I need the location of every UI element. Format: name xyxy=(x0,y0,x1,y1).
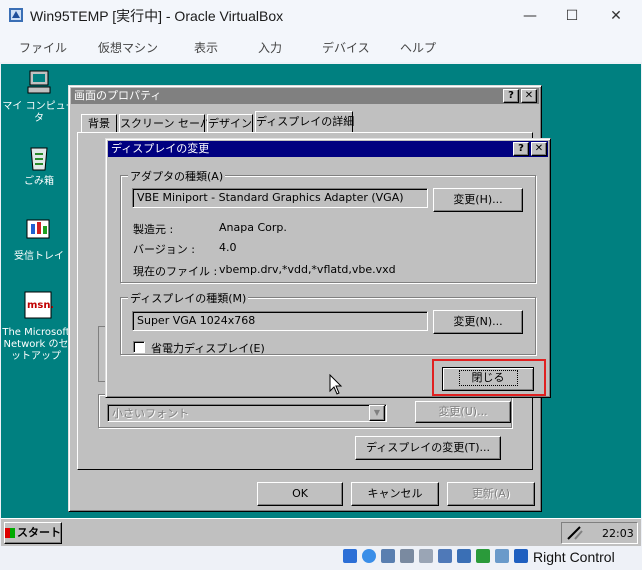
floppy-status-icon[interactable] xyxy=(381,549,395,563)
current-files-value: vbemp.drv,*vdd,*vflatd,vbe.vxd xyxy=(219,263,396,276)
version-label: バージョン : xyxy=(133,243,195,256)
mouse-cursor-icon xyxy=(329,374,343,395)
taskbar-clock[interactable]: 22:03 xyxy=(602,527,634,540)
power-saving-checkbox[interactable] xyxy=(133,341,145,353)
minimize-button[interactable]: — xyxy=(510,4,550,28)
power-saving-label[interactable]: 省電力ディスプレイ(E) xyxy=(151,340,265,356)
desktop-label-my-computer[interactable]: マイ コンピュータ xyxy=(1,101,77,125)
menu-machine[interactable]: 仮想マシン xyxy=(98,39,158,56)
current-files-label: 現在のファイル : xyxy=(133,265,218,278)
menu-view[interactable]: 表示 xyxy=(194,39,218,56)
host-key-label: Right Control xyxy=(533,549,615,565)
menu-file[interactable]: ファイル xyxy=(19,39,67,56)
font-size-dropdown-arrow[interactable]: ▼ xyxy=(369,405,385,421)
shared-folders-status-icon[interactable] xyxy=(457,549,471,563)
adapter-name-field: VBE Miniport - Standard Graphics Adapter… xyxy=(132,188,428,208)
msn-icon[interactable]: msn. xyxy=(23,290,54,320)
display-status-icon[interactable] xyxy=(476,549,490,563)
menu-help[interactable]: ヘルプ xyxy=(400,39,436,56)
adapter-change-button[interactable]: 変更(H)... xyxy=(433,188,523,212)
system-tray: 22:03 xyxy=(561,522,638,544)
desktop-label-msn[interactable]: The Microsoft Network のセットアップ xyxy=(1,327,71,363)
dialog-help-button[interactable]: ? xyxy=(513,142,529,156)
keyboard-capture-icon[interactable] xyxy=(514,549,528,563)
recycle-bin-icon[interactable] xyxy=(25,142,53,172)
tab-appearance[interactable]: デザイン xyxy=(207,114,253,132)
inbox-icon[interactable] xyxy=(23,214,53,242)
desktop-label-recycle-bin[interactable]: ごみ箱 xyxy=(1,176,77,188)
change-display-button[interactable]: ディスプレイの変更(T)... xyxy=(355,436,501,460)
props-help-button[interactable]: ? xyxy=(503,89,519,103)
cancel-button[interactable]: キャンセル xyxy=(351,482,439,506)
start-button-label: スタート xyxy=(17,526,61,539)
start-button[interactable]: スタート xyxy=(4,522,62,544)
audio-status-icon[interactable] xyxy=(400,549,414,563)
ok-button[interactable]: OK xyxy=(257,482,343,506)
change-font-button[interactable]: 変更(U)... xyxy=(415,401,511,423)
monitor-name-field: Super VGA 1024x768 xyxy=(132,311,428,331)
usb-status-icon[interactable] xyxy=(438,549,452,563)
tab-background[interactable]: 背景 xyxy=(81,114,117,132)
desktop-label-inbox[interactable]: 受信トレイ xyxy=(1,251,77,263)
optical-drive-status-icon[interactable] xyxy=(362,549,376,563)
close-button[interactable]: ✕ xyxy=(596,4,636,28)
menu-devices[interactable]: デバイス xyxy=(322,39,370,56)
tab-settings[interactable]: ディスプレイの詳細 xyxy=(255,111,354,133)
monitor-group-label: ディスプレイの種類(M) xyxy=(128,290,249,306)
host-menubar xyxy=(0,32,642,62)
display-settings-tray-icon[interactable] xyxy=(566,525,584,541)
maximize-button[interactable]: ☐ xyxy=(552,4,592,28)
change-display-title: ディスプレイの変更 xyxy=(111,142,210,155)
display-properties-titlebar: 画面のプロパティ xyxy=(71,88,539,104)
manufacturer-value: Anapa Corp. xyxy=(219,221,287,234)
display-properties-title: 画面のプロパティ xyxy=(74,89,162,102)
network-status-icon[interactable] xyxy=(419,549,433,563)
props-close-button[interactable]: ✕ xyxy=(521,89,537,103)
virtualbox-icon xyxy=(9,8,23,22)
manufacturer-label: 製造元 : xyxy=(133,223,174,236)
hard-disk-status-icon[interactable] xyxy=(343,549,357,563)
monitor-change-button[interactable]: 変更(N)... xyxy=(433,310,523,334)
guest-taskbar: スタート 22:03 xyxy=(1,518,641,546)
windows-logo-icon xyxy=(5,528,15,538)
tab-screensaver[interactable]: スクリーン セーバー xyxy=(119,114,222,132)
change-display-titlebar: ディスプレイの変更 xyxy=(108,141,548,157)
apply-button[interactable]: 更新(A) xyxy=(447,482,535,506)
guest-desktop: マイ コンピュータ ごみ箱 受信トレイ msn. The Microsoft N… xyxy=(1,64,641,518)
recording-status-icon[interactable] xyxy=(495,549,509,563)
dialog-close-button[interactable]: ✕ xyxy=(531,142,547,156)
version-value: 4.0 xyxy=(219,241,237,254)
svg-text:msn.: msn. xyxy=(27,300,53,311)
host-window-title: Win95TEMP [実行中] - Oracle VirtualBox xyxy=(30,8,284,24)
adapter-group-label: アダプタの種類(A) xyxy=(128,168,226,184)
my-computer-icon[interactable] xyxy=(25,68,53,96)
highlight-box xyxy=(432,359,546,396)
menu-input[interactable]: 入力 xyxy=(258,39,282,56)
font-size-select[interactable]: 小さいフォント xyxy=(107,404,387,422)
